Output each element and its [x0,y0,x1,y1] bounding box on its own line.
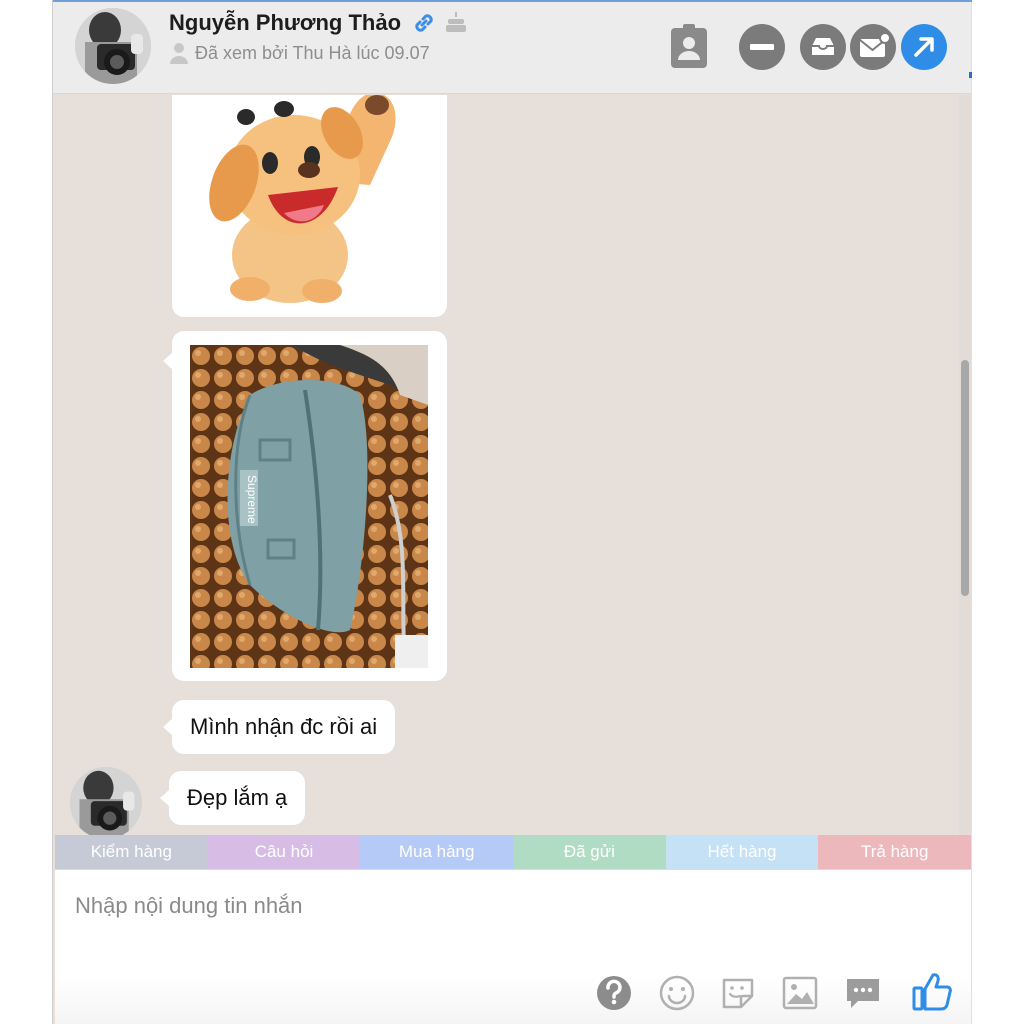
image-icon[interactable] [781,974,819,1012]
contact-card-icon[interactable] [667,22,711,70]
message-input[interactable] [75,888,935,924]
help-icon[interactable] [595,974,633,1012]
archive-button[interactable] [800,24,846,70]
expand-button[interactable] [901,24,947,70]
text-message[interactable]: Mình nhận đc rồi ai [172,700,396,754]
sticker-message[interactable] [172,95,447,317]
archive-icon [812,38,834,55]
expand-icon [914,37,934,57]
text-message[interactable]: Đẹp lắm ạ [169,771,306,825]
message-composer [55,869,971,1024]
window-edge-accent [969,72,972,78]
tag-bar: Kiểm hàng Câu hỏi Mua hàng Đã gửi Hết hà… [55,835,972,869]
image-message[interactable]: Supreme [172,331,447,681]
like-icon[interactable] [911,970,953,1012]
email-button[interactable] [850,24,896,70]
cake-icon [443,10,467,34]
chat-header: Nguyễn Phương Thảo Đã xem bởi Thu Hà lúc… [53,2,971,94]
tag-het-hang[interactable]: Hết hàng [665,835,819,869]
bag-photo[interactable]: Supreme [190,345,428,668]
scrollbar[interactable] [959,95,971,835]
avatar[interactable] [75,8,151,84]
message-list[interactable]: Supreme Mình nhận đc rồi ai Đẹp lắm ạ [53,95,959,835]
quick-reply-icon[interactable] [844,974,882,1012]
seen-status: Đã xem bởi Thu Hà lúc 09.07 [195,43,430,63]
minimize-icon [750,44,774,50]
tag-tra-hang[interactable]: Trả hàng [818,835,972,869]
scrollbar-thumb[interactable] [961,360,969,596]
tag-cau-hoi[interactable]: Câu hỏi [207,835,361,869]
emoji-icon[interactable] [658,974,696,1012]
sender-avatar[interactable] [70,767,142,835]
tag-da-gui[interactable]: Đã gửi [513,835,666,869]
minimize-button[interactable] [739,24,785,70]
tag-mua-hang[interactable]: Mua hàng [360,835,514,869]
dog-sticker [209,95,396,303]
bag-brand-text: Supreme [245,475,259,524]
person-icon [169,42,189,64]
link-icon[interactable] [411,10,437,36]
contact-name[interactable]: Nguyễn Phương Thảo [169,10,401,36]
chat-window: Nguyễn Phương Thảo Đã xem bởi Thu Hà lúc… [52,0,972,1024]
sticker-icon[interactable] [719,974,757,1012]
email-icon [859,32,891,57]
tag-kiem-hang[interactable]: Kiểm hàng [55,835,208,869]
